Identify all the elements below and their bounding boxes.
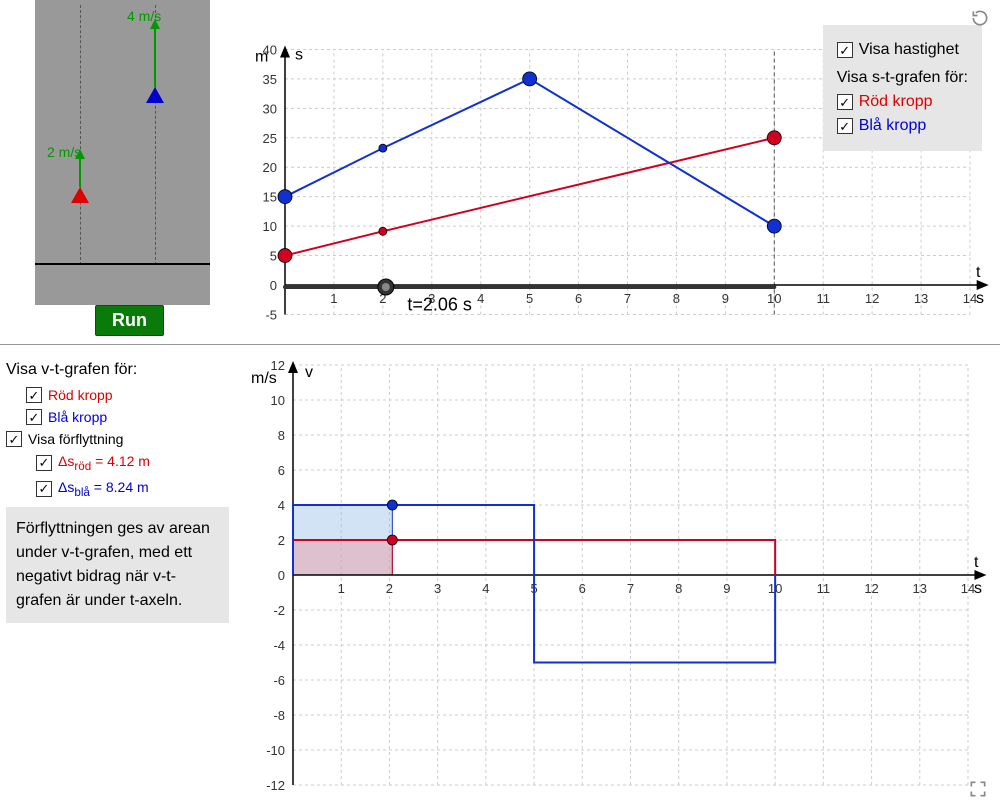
svg-text:8: 8 (673, 291, 680, 306)
show-velocity-label: Visa hastighet (859, 41, 959, 59)
st-blue-checkbox[interactable]: ✓ (837, 118, 853, 134)
st-graph-panel: 1234567891011121314-50510152025303540mst… (225, 0, 1000, 344)
vt-blue-label: Blå kropp (48, 409, 107, 425)
st-legend-title: Visa s-t-grafen för: (837, 69, 968, 87)
svg-text:t: t (974, 554, 979, 571)
svg-text:3: 3 (434, 581, 441, 596)
reset-icon[interactable] (970, 8, 990, 28)
svg-text:4: 4 (482, 581, 489, 596)
svg-text:6: 6 (579, 581, 586, 596)
vt-controls-panel: Visa v-t-grafen för: ✓ Röd kropp ✓ Blå k… (0, 345, 235, 809)
svg-text:7: 7 (627, 581, 634, 596)
ds-blue-label: Δsblå = 8.24 m (58, 479, 149, 499)
svg-text:s: s (295, 46, 303, 63)
svg-text:1: 1 (330, 291, 337, 306)
svg-text:t=2.06 s: t=2.06 s (407, 295, 472, 315)
svg-text:-12: -12 (266, 778, 285, 793)
svg-text:v: v (305, 364, 313, 381)
svg-text:2: 2 (386, 581, 393, 596)
svg-text:s: s (974, 580, 982, 597)
svg-text:0: 0 (278, 568, 285, 583)
svg-text:-10: -10 (266, 743, 285, 758)
svg-text:-6: -6 (273, 673, 285, 688)
svg-text:8: 8 (675, 581, 682, 596)
svg-text:-8: -8 (273, 708, 285, 723)
vt-red-checkbox[interactable]: ✓ (26, 387, 42, 403)
vt-blue-checkbox[interactable]: ✓ (26, 409, 42, 425)
svg-text:m: m (255, 48, 268, 65)
ground-line (35, 263, 210, 265)
svg-text:5: 5 (270, 249, 277, 264)
svg-text:8: 8 (278, 428, 285, 443)
ds-blue-checkbox[interactable]: ✓ (36, 481, 52, 497)
displacement-info: Förflyttningen ges av arean under v-t-gr… (6, 507, 229, 623)
svg-text:9: 9 (722, 291, 729, 306)
run-button[interactable]: Run (95, 305, 164, 336)
svg-text:20: 20 (263, 160, 277, 175)
svg-text:12: 12 (865, 291, 879, 306)
vt-graph-panel: 1234567891011121314-12-10-8-6-4-20246810… (235, 345, 1000, 809)
svg-text:s: s (976, 290, 984, 307)
show-displacement-checkbox[interactable]: ✓ (6, 431, 22, 447)
svg-text:4: 4 (278, 498, 285, 513)
svg-text:-2: -2 (273, 603, 285, 618)
show-velocity-checkbox[interactable]: ✓ (837, 42, 853, 58)
svg-text:4: 4 (477, 291, 484, 306)
svg-text:10: 10 (767, 291, 781, 306)
st-red-checkbox[interactable]: ✓ (837, 94, 853, 110)
blue-velocity-arrow (154, 27, 156, 87)
svg-text:13: 13 (914, 291, 928, 306)
svg-text:0: 0 (270, 278, 277, 293)
blue-body (146, 87, 164, 103)
vt-graph[interactable]: 1234567891011121314-12-10-8-6-4-20246810… (235, 345, 1000, 805)
svg-text:35: 35 (263, 72, 277, 87)
simulation-area: 2 m/s 4 m/s (35, 0, 210, 305)
svg-text:6: 6 (575, 291, 582, 306)
svg-text:15: 15 (263, 190, 277, 205)
svg-text:7: 7 (624, 291, 631, 306)
svg-text:11: 11 (816, 291, 830, 306)
svg-text:1: 1 (338, 581, 345, 596)
vt-controls-title: Visa v-t-grafen för: (6, 361, 229, 379)
svg-text:-5: -5 (265, 307, 277, 322)
svg-text:6: 6 (278, 463, 285, 478)
red-velocity-label: 2 m/s (47, 144, 81, 160)
svg-text:9: 9 (723, 581, 730, 596)
ds-red-checkbox[interactable]: ✓ (36, 455, 52, 471)
fullscreen-icon[interactable] (968, 779, 988, 799)
red-path-guide (80, 5, 81, 265)
ds-red-label: Δsröd = 4.12 m (58, 453, 150, 473)
svg-text:10: 10 (271, 393, 285, 408)
blue-velocity-label: 4 m/s (127, 8, 161, 24)
svg-text:t: t (976, 264, 981, 281)
svg-text:m/s: m/s (251, 370, 277, 387)
svg-text:2: 2 (278, 533, 285, 548)
svg-text:11: 11 (817, 581, 831, 596)
simulation-panel: 2 m/s 4 m/s Run (0, 0, 225, 344)
st-legend: ✓ Visa hastighet Visa s-t-grafen för: ✓ … (823, 25, 982, 151)
show-displacement-label: Visa förflyttning (28, 431, 123, 447)
svg-text:10: 10 (263, 219, 277, 234)
svg-text:13: 13 (913, 581, 927, 596)
svg-text:12: 12 (864, 581, 878, 596)
svg-text:5: 5 (526, 291, 533, 306)
red-velocity-arrow (79, 157, 81, 187)
st-red-label: Röd kropp (859, 93, 933, 111)
st-blue-label: Blå kropp (859, 117, 927, 135)
svg-text:30: 30 (263, 101, 277, 116)
vt-red-label: Röd kropp (48, 387, 113, 403)
svg-text:25: 25 (263, 131, 277, 146)
red-body (71, 187, 89, 203)
svg-text:-4: -4 (273, 638, 285, 653)
